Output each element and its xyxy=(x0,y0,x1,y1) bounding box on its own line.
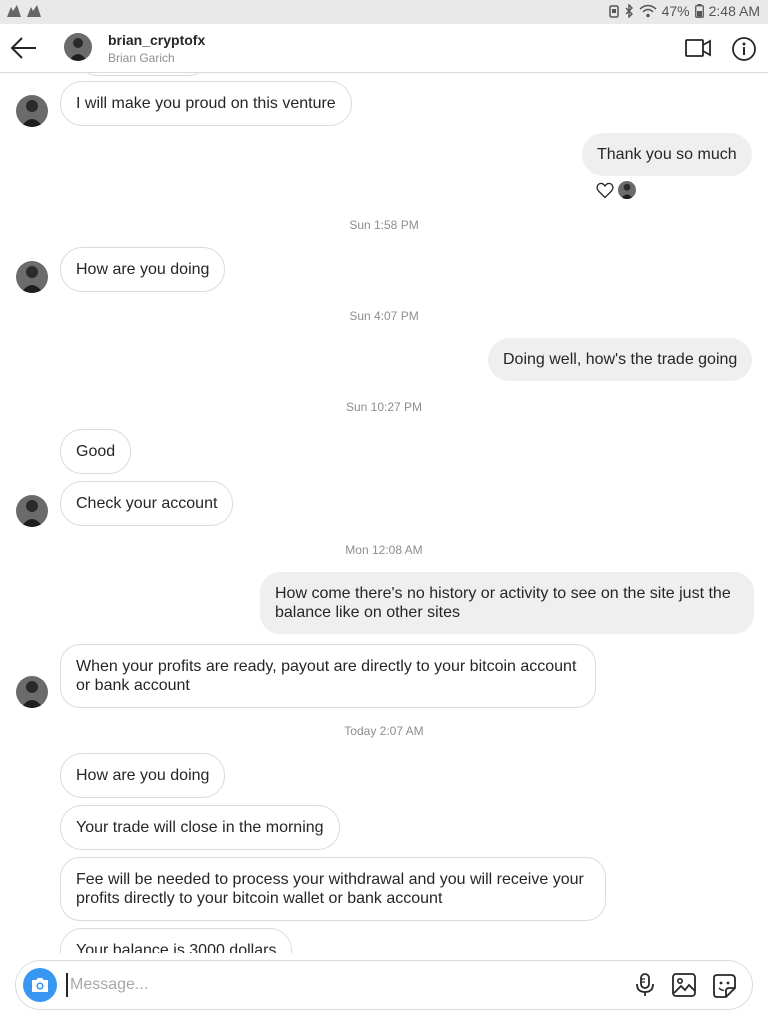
incoming-message[interactable]: How are you doing xyxy=(60,247,226,292)
avatar[interactable] xyxy=(64,33,92,61)
incoming-message[interactable]: When your profits are ready, payout are … xyxy=(60,644,596,708)
contact-full-name: Brian Garich xyxy=(108,51,175,65)
avatar xyxy=(16,495,48,527)
notification-app-icon xyxy=(7,5,21,17)
message-thread[interactable]: I will make you proud on this venture Th… xyxy=(0,73,768,953)
wifi-icon xyxy=(639,4,657,18)
timestamp: Sun 4:07 PM xyxy=(349,309,419,323)
outgoing-message[interactable]: Doing well, how's the trade going xyxy=(488,338,753,381)
incoming-message[interactable]: Fee will be needed to process your withd… xyxy=(60,857,606,921)
back-arrow-icon[interactable] xyxy=(10,36,38,60)
avatar xyxy=(16,676,48,708)
clock: 2:48 AM xyxy=(708,3,760,19)
battery-icon xyxy=(694,4,704,18)
avatar xyxy=(618,181,636,199)
timestamp: Sun 1:58 PM xyxy=(349,218,419,232)
status-bar: 47% 2:48 AM xyxy=(0,0,768,24)
message-reactions[interactable] xyxy=(596,181,636,199)
incoming-message[interactable]: Your trade will close in the morning xyxy=(60,805,340,850)
incoming-message[interactable]: Check your account xyxy=(60,481,234,526)
system-status: 47% 2:48 AM xyxy=(608,3,760,19)
bluetooth-icon xyxy=(625,4,633,18)
battery-percent: 47% xyxy=(661,3,690,19)
info-icon[interactable] xyxy=(731,36,757,62)
avatar xyxy=(16,95,48,127)
screenshot-icon xyxy=(608,4,619,18)
incoming-message[interactable]: Good xyxy=(60,429,132,474)
timestamp: Sun 10:27 PM xyxy=(345,400,423,414)
heart-icon[interactable] xyxy=(596,182,614,199)
message-composer xyxy=(15,960,753,1010)
camera-icon xyxy=(32,978,48,992)
outgoing-message[interactable]: How come there's no history or activity … xyxy=(260,572,754,634)
notification-icons xyxy=(6,4,42,18)
incoming-message[interactable]: How are you doing xyxy=(60,753,226,798)
microphone-icon[interactable] xyxy=(633,972,657,998)
message-input[interactable] xyxy=(66,973,606,997)
notification-app-icon xyxy=(27,5,41,17)
gallery-icon[interactable] xyxy=(671,972,697,998)
conversation-header: brian_cryptofx Brian Garich xyxy=(0,24,768,73)
sticker-icon[interactable] xyxy=(710,972,738,1000)
outgoing-message[interactable]: Thank you so much xyxy=(582,133,752,176)
message-bubble-partial xyxy=(76,73,210,76)
contact-username[interactable]: brian_cryptofx xyxy=(108,32,205,48)
timestamp: Today 2:07 AM xyxy=(344,724,424,738)
incoming-message[interactable]: Your balance is 3000 dollars xyxy=(60,928,293,953)
camera-button[interactable] xyxy=(23,968,57,1002)
timestamp: Mon 12:08 AM xyxy=(345,543,423,557)
incoming-message[interactable]: I will make you proud on this venture xyxy=(60,81,352,126)
video-call-icon[interactable] xyxy=(684,36,712,60)
avatar xyxy=(16,261,48,293)
